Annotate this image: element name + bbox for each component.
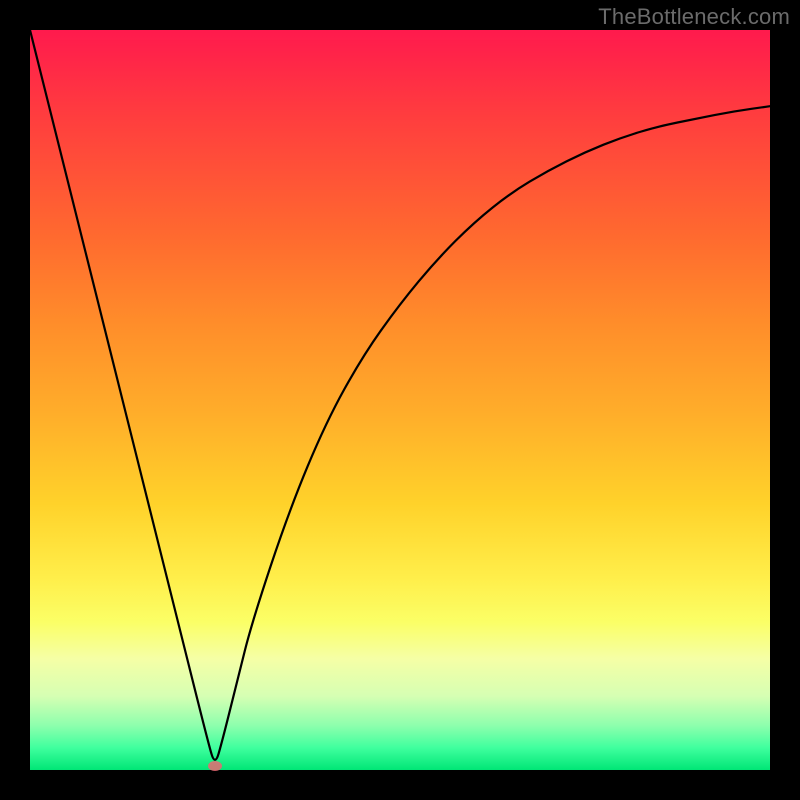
curve-minimum-marker [208, 761, 222, 771]
bottleneck-curve [30, 30, 770, 770]
chart-frame: TheBottleneck.com [0, 0, 800, 800]
watermark-label: TheBottleneck.com [598, 4, 790, 30]
plot-area [30, 30, 770, 770]
